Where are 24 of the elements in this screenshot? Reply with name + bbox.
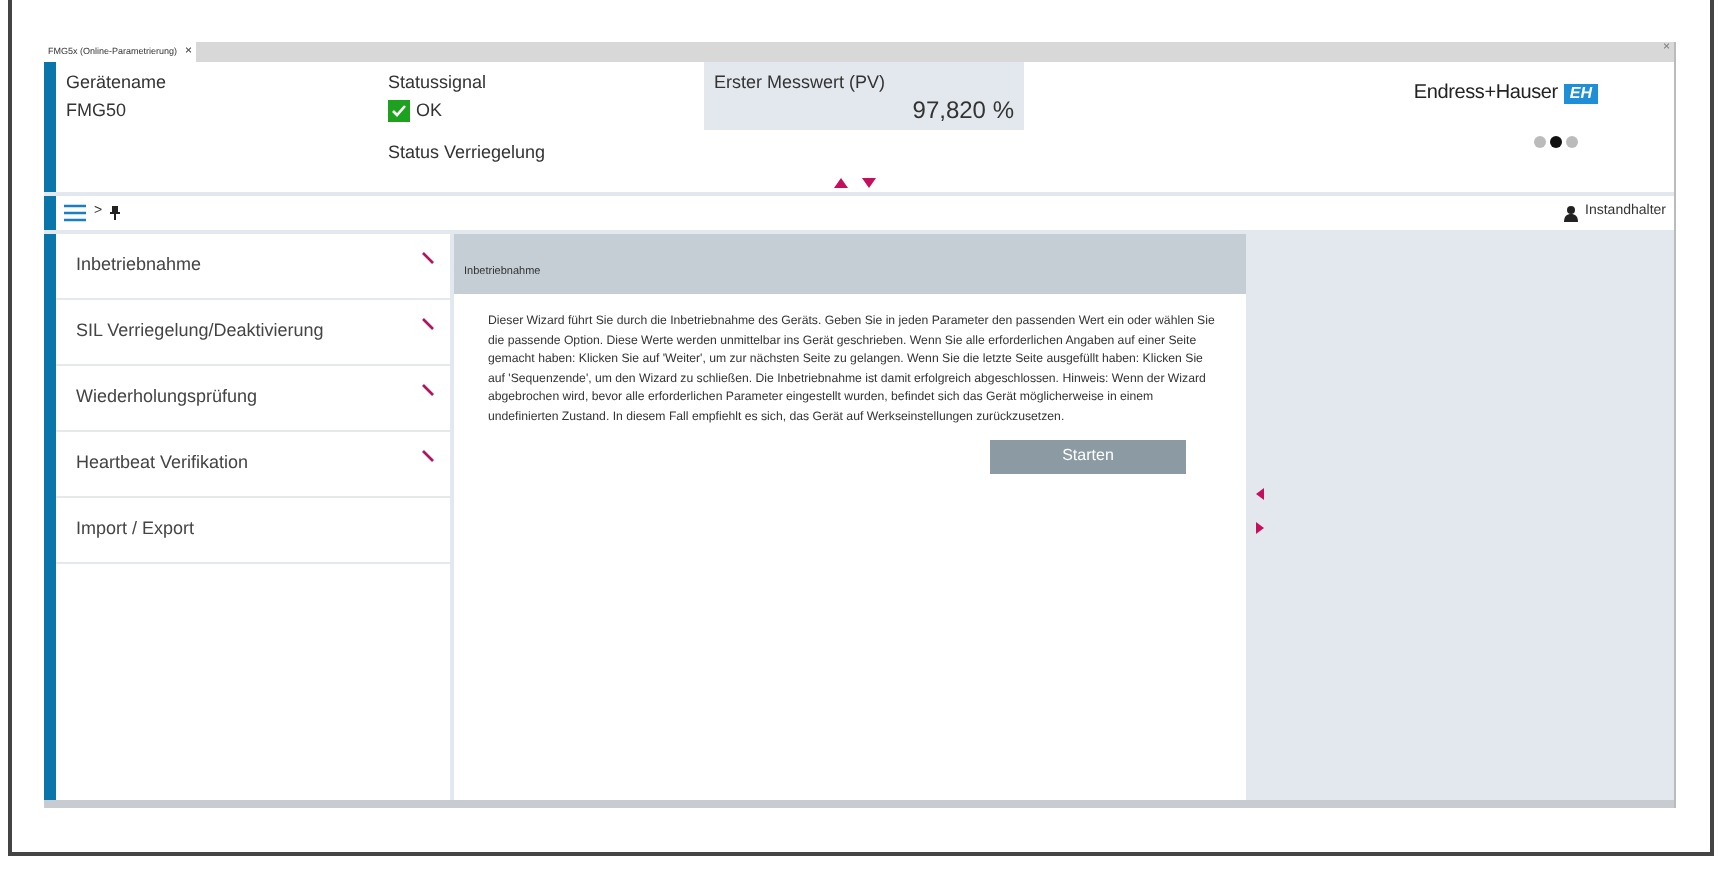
field-label: Erster Messwert (PV) xyxy=(714,70,886,96)
accent-bar xyxy=(44,62,56,192)
expand-arrow-icon[interactable] xyxy=(861,178,875,188)
navigation-item[interactable]: SIL Verriegelung/Deaktivierung xyxy=(56,300,450,366)
collapse-arrow-icon[interactable] xyxy=(1256,488,1264,500)
check-icon xyxy=(388,99,410,122)
menu-icon[interactable] xyxy=(64,204,86,222)
field-label: Status Verriegelung xyxy=(388,140,546,166)
brand-name: Endress+Hauser xyxy=(1413,80,1558,108)
measured-value: 97,820 % xyxy=(912,97,1014,121)
pin-icon[interactable] xyxy=(110,206,121,220)
navigation-item[interactable]: Wiederholungsprüfung xyxy=(56,366,450,432)
navigation-item[interactable]: Inbetriebnahme xyxy=(56,234,450,300)
navigation-item[interactable]: Import / Export xyxy=(56,498,450,564)
user-icon xyxy=(1563,205,1578,221)
field-label: Statussignal xyxy=(388,70,487,96)
collapse-arrow-icon[interactable] xyxy=(833,178,847,188)
brand-logo: EH xyxy=(1563,83,1598,103)
accent-bar xyxy=(44,196,56,230)
field-label: Gerätename xyxy=(66,70,167,96)
status-value: OK xyxy=(416,97,443,123)
field-value: FMG50 xyxy=(66,97,127,123)
expand-arrow-icon[interactable] xyxy=(1256,522,1264,534)
navigation-item[interactable]: Heartbeat Verifikation xyxy=(56,432,450,498)
